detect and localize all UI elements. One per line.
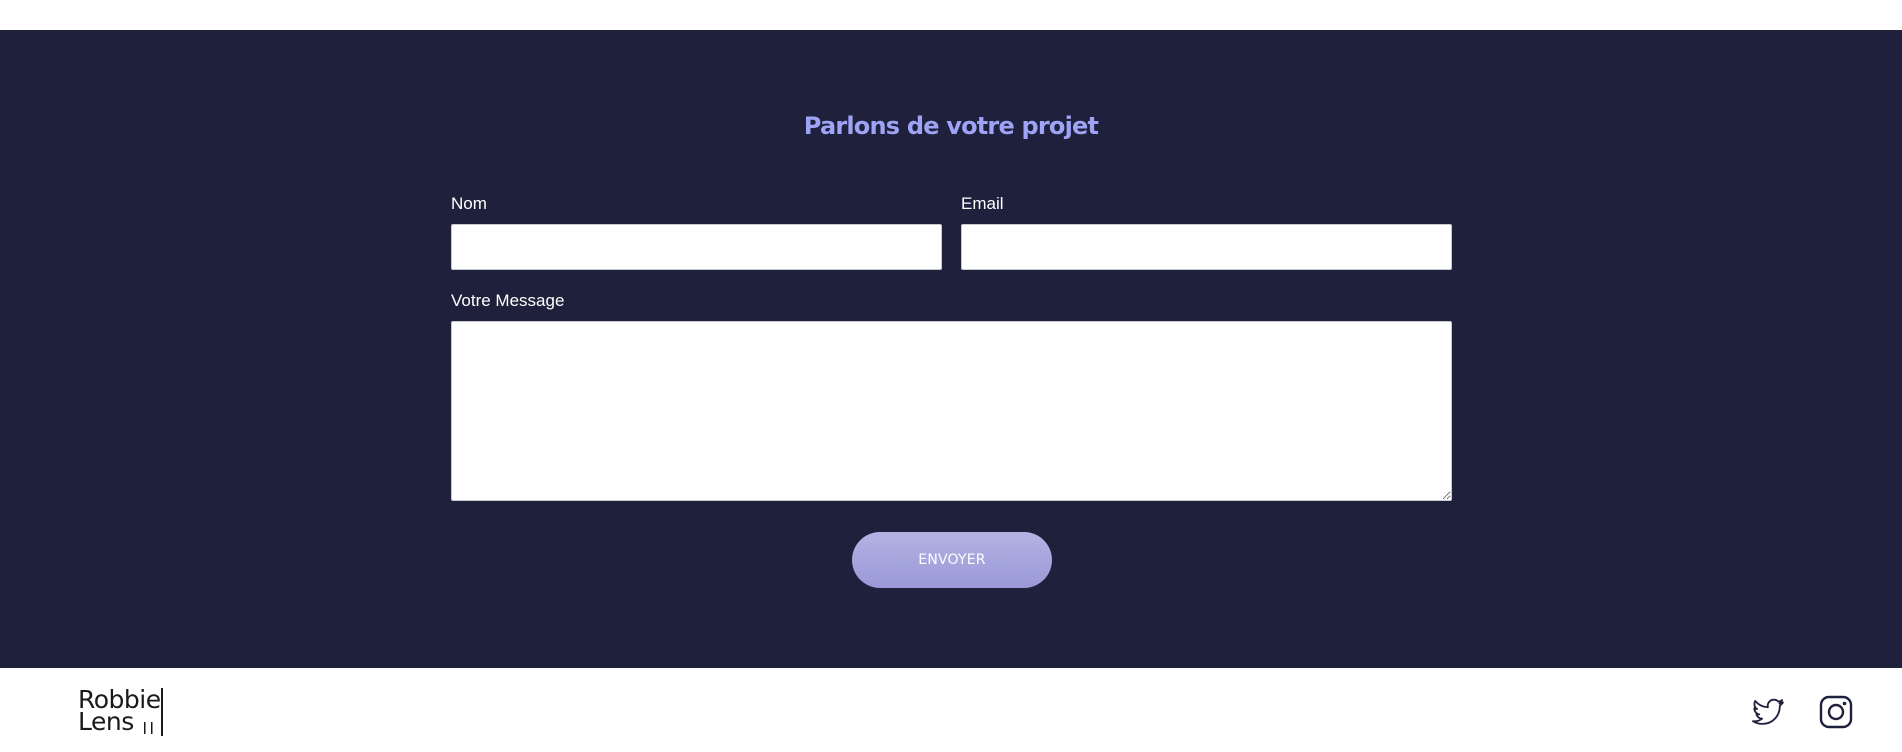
email-label: Email bbox=[961, 194, 1004, 213]
message-label: Votre Message bbox=[451, 291, 565, 310]
name-label: Nom bbox=[451, 194, 487, 213]
section-title: Parlons de votre projet bbox=[803, 112, 1099, 140]
instagram-icon[interactable] bbox=[1818, 694, 1854, 730]
twitter-icon[interactable] bbox=[1750, 694, 1786, 730]
message-textarea[interactable] bbox=[451, 321, 1452, 501]
email-input[interactable] bbox=[961, 224, 1452, 270]
logo-text-line2: Lens bbox=[78, 707, 134, 736]
contact-section: Parlons de votre projet Nom Email Votre … bbox=[0, 30, 1902, 668]
footer: Robbie Lens bbox=[0, 668, 1902, 752]
logo[interactable]: Robbie Lens bbox=[78, 687, 168, 736]
name-input[interactable] bbox=[451, 224, 942, 270]
logo-cursor-bar bbox=[161, 688, 163, 736]
submit-button[interactable]: ENVOYER bbox=[852, 532, 1052, 588]
top-strip bbox=[0, 0, 1902, 30]
